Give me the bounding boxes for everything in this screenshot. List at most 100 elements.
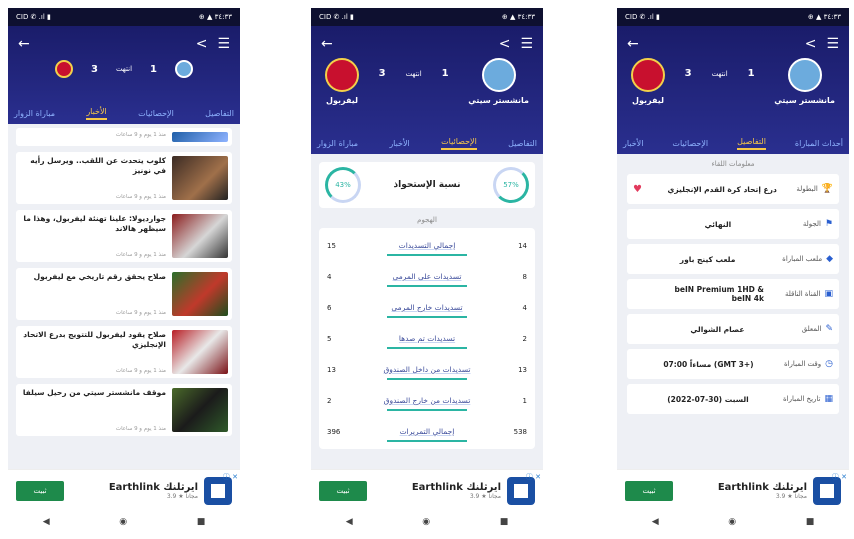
news-meta: منذ 1 يوم و 9 ساعات: [115, 132, 166, 138]
tab-details[interactable]: التفاصيل: [205, 109, 234, 118]
status-right: ⊕ ▲ ٣٤:٣٣: [807, 13, 841, 21]
ad-close-icon[interactable]: ⓘ ✕: [526, 472, 541, 482]
nav-home-icon[interactable]: ◉: [728, 517, 736, 527]
nav-recent-icon[interactable]: ■: [197, 517, 206, 527]
ad-rating: 3.9 ★ مجاناً: [775, 493, 807, 500]
clock-icon: ◷: [825, 359, 833, 369]
ad-close-icon[interactable]: ⓘ ✕: [832, 472, 847, 482]
nav-recent-icon[interactable]: ■: [806, 517, 815, 527]
away-score: 3: [90, 63, 98, 75]
tab-visitors[interactable]: مباراة الزوار: [14, 109, 55, 118]
stat-away: 6: [327, 303, 332, 312]
back-arrow-icon[interactable]: ←: [18, 36, 30, 52]
stat-label: إجمالي التسديدات: [398, 241, 456, 250]
tab-match-events[interactable]: أحداث المباراة: [795, 139, 843, 148]
nav-back-icon[interactable]: ◀: [346, 517, 353, 527]
status-left: CID ✆ .ıl ▮: [625, 13, 660, 21]
news-title: جوارديولا: علينا تهنئة ليفربول، وهذا ما …: [23, 214, 166, 233]
info-key: وقت المباراة: [783, 360, 822, 368]
share-icon[interactable]: <: [196, 36, 208, 52]
tab-stats[interactable]: الإحصائيات: [138, 109, 174, 118]
calendar-icon: ▦: [824, 394, 833, 404]
status-left: CID ✆ .ıl ▮: [16, 13, 51, 21]
menu-icon[interactable]: ☰: [217, 36, 230, 52]
ad-install-button[interactable]: ثبيت: [16, 481, 64, 501]
stat-bar: [387, 285, 467, 287]
tab-visitors[interactable]: مباراة الزوار: [317, 139, 358, 148]
stat-bar: [387, 316, 467, 318]
nav-back-icon[interactable]: ◀: [43, 517, 50, 527]
stat-away: 15: [327, 241, 336, 250]
nav-home-icon[interactable]: ◉: [422, 517, 430, 527]
info-value: beIN Premium 1HD & beIN 4k: [674, 285, 764, 303]
favorite-heart-icon[interactable]: ♥: [633, 184, 642, 195]
stat-away: 2: [327, 396, 332, 405]
stat-bar: [387, 409, 467, 411]
trophy-icon: 🏆: [821, 184, 833, 194]
tab-stats[interactable]: الإحصائيات: [441, 137, 477, 150]
info-key: القناة الناقلة: [784, 290, 821, 298]
phone-screen-news: CID ✆ .ıl ▮ ⊕ ▲ ٣٤:٣٣ ← < ☰ 3 انتهت 1 مب…: [8, 8, 240, 532]
ad-install-button[interactable]: ثبيت: [319, 481, 367, 501]
info-value: 07:00 مساءاً (GMT 3+): [663, 359, 754, 369]
liverpool-crest-icon: [631, 58, 665, 92]
ad-title: Earthlink ايرثلنك: [717, 482, 807, 493]
share-icon[interactable]: <: [499, 36, 511, 52]
ad-rating: 3.9 ★ مجاناً: [166, 493, 198, 500]
info-key: البطولة: [796, 185, 818, 193]
info-key: ملعب المباراة: [782, 255, 823, 263]
tab-details[interactable]: التفاصيل: [508, 139, 537, 148]
info-value: السبت (30-07-2022): [667, 394, 749, 404]
ad-install-button[interactable]: ثبيت: [625, 481, 673, 501]
news-title: صلاح يقود ليفربول للتتويج بدرع الاتحاد ا…: [23, 330, 166, 349]
news-item[interactable]: كلوب يتحدث عن اللقب.. ويرسل رأيه في نوني…: [16, 152, 232, 204]
news-item[interactable]: جوارديولا: علينا تهنئة ليفربول، وهذا ما …: [16, 210, 232, 262]
ad-close-icon[interactable]: ⓘ ✕: [223, 472, 238, 482]
menu-icon[interactable]: ☰: [826, 36, 839, 52]
news-item[interactable]: صلاح يقود ليفربول للتتويج بدرع الاتحاد ا…: [16, 326, 232, 378]
scoreline: 3 انتهت 1: [8, 60, 240, 78]
news-thumbnail: [172, 132, 228, 142]
tab-details[interactable]: التفاصيل: [737, 137, 766, 150]
ad-banner[interactable]: ⓘ ✕ ثبيت Earthlink ايرثلنك 3.9 ★ مجاناً: [311, 469, 543, 512]
phone-screen-stats: CID ✆ .ıl ▮ ⊕ ▲ ٣٤:٣٣ ← < ☰ ليفربول 3 ان…: [311, 8, 543, 532]
tab-news[interactable]: الأخبار: [86, 107, 107, 120]
menu-icon[interactable]: ☰: [520, 36, 533, 52]
back-arrow-icon[interactable]: ←: [321, 36, 333, 52]
info-row-commentator: عصام الشوالي المعلق ✎: [627, 314, 839, 344]
tab-news[interactable]: الأخبار: [389, 139, 409, 148]
info-row-competition: ♥ درع إتحاد كرة القدم الإنجليزي البطولة 🏆: [627, 174, 839, 204]
possession-card: 43% نسبة الإستحواذ 57%: [319, 162, 535, 208]
section-label: معلومات اللقاء: [711, 160, 755, 168]
back-arrow-icon[interactable]: ←: [627, 36, 639, 52]
news-item[interactable]: موقف مانشستر سيتي من رحيل سيلفا منذ 1 يو…: [16, 384, 232, 436]
ad-banner[interactable]: ⓘ ✕ ثبيت Earthlink ايرثلنك 3.9 ★ مجاناً: [8, 469, 240, 512]
share-icon[interactable]: <: [805, 36, 817, 52]
away-score: 3: [378, 68, 386, 79]
home-team-name: مانشستر سيتي: [468, 96, 529, 105]
round-flag-icon: ⚑: [824, 219, 833, 229]
status-bar: CID ✆ .ıl ▮ ⊕ ▲ ٣٤:٣٣: [8, 8, 240, 26]
nav-home-icon[interactable]: ◉: [119, 517, 127, 527]
news-title: صلاح يحقق رقم تاريخي مع ليفربول: [33, 272, 166, 281]
stat-home: 2: [522, 334, 527, 343]
possession-title: نسبة الإستحواذ: [393, 180, 461, 190]
news-item[interactable]: منذ 1 يوم و 9 ساعات: [16, 128, 232, 146]
status-bar: CID ✆ .ıl ▮ ⊕ ▲ ٣٤:٣٣: [617, 8, 849, 26]
tab-stats[interactable]: الإحصائيات: [672, 139, 708, 148]
stat-label: إجمالي التمريرات: [399, 427, 455, 436]
nav-recent-icon[interactable]: ■: [500, 517, 509, 527]
stat-bar: [387, 254, 467, 256]
stat-row: 4 تسديدات على المرمى 8: [327, 261, 527, 292]
info-row-stadium: ملعب كينج باور ملعب المباراة ◆: [627, 244, 839, 274]
nav-back-icon[interactable]: ◀: [652, 517, 659, 527]
news-title: موقف مانشستر سيتي من رحيل سيلفا: [22, 388, 166, 397]
scoreline: ليفربول 3 انتهت 1 مانشستر سيتي: [617, 52, 849, 105]
tab-news[interactable]: الأخبار: [623, 139, 643, 148]
stat-label: تسديدات من داخل الصندوق: [383, 365, 471, 374]
stat-row: 2 تسديدات من خارج الصندوق 1: [327, 385, 527, 416]
ad-banner[interactable]: ⓘ ✕ ثبيت Earthlink ايرثلنك 3.9 ★ مجاناً: [617, 469, 849, 512]
news-item[interactable]: صلاح يحقق رقم تاريخي مع ليفربول منذ 1 يو…: [16, 268, 232, 320]
info-row-date: السبت (30-07-2022) تاريخ المباراة ▦: [627, 384, 839, 414]
news-title: كلوب يتحدث عن اللقب.. ويرسل رأيه في نوني…: [30, 156, 166, 175]
